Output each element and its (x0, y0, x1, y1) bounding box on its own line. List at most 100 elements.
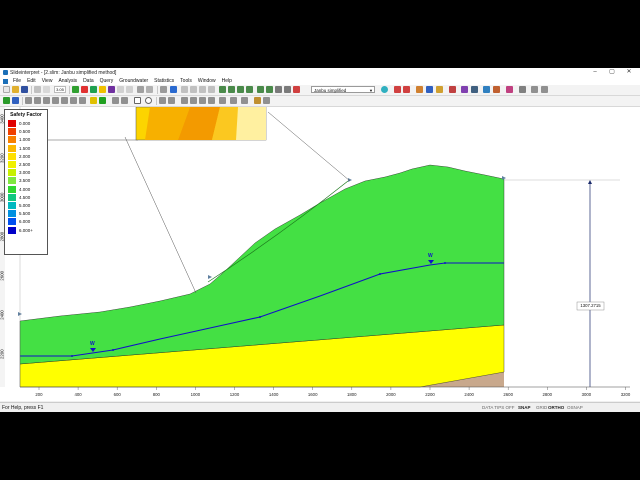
menu-view[interactable]: View (39, 78, 56, 84)
zoom-out-icon[interactable] (228, 86, 235, 93)
layer-toggle-icon[interactable] (12, 97, 19, 104)
minimize-button[interactable]: – (586, 68, 604, 77)
print-icon[interactable] (34, 86, 41, 93)
menu-statistics[interactable]: Statistics (151, 78, 177, 84)
bring-front-icon[interactable] (241, 97, 248, 104)
legend-entry: 0.500 (8, 128, 30, 136)
safety-factor-legend[interactable]: Safety Factor 0.000 0.500 1.000 1.500 2.000 2… (4, 109, 48, 255)
edit-drawing-icon[interactable] (254, 97, 261, 104)
global-minimum-icon[interactable] (381, 86, 388, 93)
redo-icon[interactable] (126, 86, 133, 93)
zoom-extents-icon[interactable] (257, 86, 264, 93)
fill-icon[interactable] (99, 97, 106, 104)
polyline-tool-icon[interactable] (190, 86, 197, 93)
measure-icon[interactable] (160, 86, 167, 93)
info-icon[interactable] (170, 86, 177, 93)
table-icon[interactable] (34, 97, 41, 104)
menu-data[interactable]: Data (80, 78, 97, 84)
status-ortho[interactable]: ORTHO (548, 405, 564, 410)
status-snap[interactable]: SNAP (518, 405, 531, 410)
menu-query[interactable]: Query (97, 78, 117, 84)
materials-icon[interactable] (70, 97, 77, 104)
dimension-tool-icon[interactable] (159, 97, 166, 104)
format-icon[interactable] (263, 97, 270, 104)
boundaries-icon[interactable] (79, 97, 86, 104)
compute-icon[interactable] (81, 86, 88, 93)
legend-icon[interactable] (293, 86, 300, 93)
text-tool-icon[interactable] (199, 86, 206, 93)
rows-icon[interactable] (43, 97, 50, 104)
select-arrow-icon[interactable] (137, 86, 144, 93)
layers-icon[interactable] (284, 86, 291, 93)
legend-value: 2.500 (19, 162, 31, 167)
menu-file[interactable]: File (10, 78, 24, 84)
more-tools-icon[interactable] (541, 86, 548, 93)
help-tool-icon[interactable] (531, 86, 538, 93)
new-file-icon[interactable] (3, 86, 10, 93)
menu-edit[interactable]: Edit (24, 78, 39, 84)
undo-icon[interactable] (117, 86, 124, 93)
rectangle-tool-icon[interactable] (134, 97, 141, 104)
zoom-window-icon[interactable] (237, 86, 244, 93)
save-icon[interactable] (21, 86, 28, 93)
status-grid[interactable]: GRID (536, 405, 547, 410)
legend-entry: 6.000+ (8, 226, 33, 234)
open-folder-icon[interactable] (12, 86, 19, 93)
status-data-tips[interactable]: DATA TIPS OFF (482, 405, 515, 410)
menu-help[interactable]: Help (219, 78, 235, 84)
probabilistic-icon[interactable] (471, 86, 478, 93)
y-tick-label: 2600 (0, 270, 5, 280)
line-tool-icon[interactable] (181, 86, 188, 93)
slice-data-icon[interactable] (416, 86, 423, 93)
highlight-icon[interactable] (90, 97, 97, 104)
export-icon[interactable] (506, 86, 513, 93)
menu-groundwater[interactable]: Groundwater (116, 78, 151, 84)
columns-icon[interactable] (52, 97, 59, 104)
align-top-icon[interactable] (199, 97, 206, 104)
callout-tool-icon[interactable] (168, 97, 175, 104)
results-icon[interactable] (99, 86, 106, 93)
display-options-icon[interactable] (275, 86, 282, 93)
grid-toggle-icon[interactable] (25, 97, 32, 104)
options-icon[interactable] (519, 86, 526, 93)
show-surfaces-icon[interactable] (394, 86, 401, 93)
status-osnap[interactable]: OSNAP (567, 405, 583, 410)
draw-polygon-icon[interactable] (121, 97, 128, 104)
model-canvas[interactable]: 200 400 600 800 1000 1200 1400 1600 1800 2000 2200… (0, 107, 640, 401)
menu-tools[interactable]: Tools (177, 78, 195, 84)
legend-swatch (8, 226, 16, 234)
graph-icon[interactable] (449, 86, 456, 93)
filter-surfaces-icon[interactable] (403, 86, 410, 93)
properties-icon[interactable] (61, 97, 68, 104)
report-icon[interactable] (493, 86, 500, 93)
menu-window[interactable]: Window (195, 78, 219, 84)
arrow-tool-icon[interactable] (208, 86, 215, 93)
ellipse-tool-icon[interactable] (145, 97, 152, 104)
draw-line-icon[interactable] (112, 97, 119, 104)
align-right-icon[interactable] (190, 97, 197, 104)
x-tick-label: 1000 (191, 392, 201, 397)
method-dropdown[interactable]: Janbu simplified ▼ (311, 86, 375, 93)
close-button[interactable]: ✕ (620, 68, 638, 77)
contour-options-icon[interactable] (436, 86, 443, 93)
sensitivity-icon[interactable] (483, 86, 490, 93)
model-view-icon[interactable] (72, 86, 79, 93)
copy-icon[interactable] (43, 86, 50, 93)
zoom-input[interactable]: 3.05 (54, 86, 66, 93)
query-icon[interactable] (426, 86, 433, 93)
model-toggle-icon[interactable] (3, 97, 10, 104)
maximize-button[interactable]: ▢ (603, 68, 621, 77)
chart-icon[interactable] (108, 86, 115, 93)
align-left-icon[interactable] (181, 97, 188, 104)
zoom-all-icon[interactable] (246, 86, 253, 93)
interpret-icon[interactable] (90, 86, 97, 93)
pan-icon[interactable] (146, 86, 153, 93)
delete-drawing-icon[interactable] (219, 97, 226, 104)
zoom-in-icon[interactable] (219, 86, 226, 93)
arrange-icon[interactable] (230, 97, 237, 104)
align-bottom-icon[interactable] (208, 97, 215, 104)
menu-analysis[interactable]: Analysis (55, 78, 80, 84)
zoom-previous-icon[interactable] (266, 86, 273, 93)
statistics-icon[interactable] (461, 86, 468, 93)
legend-swatch (8, 202, 16, 209)
